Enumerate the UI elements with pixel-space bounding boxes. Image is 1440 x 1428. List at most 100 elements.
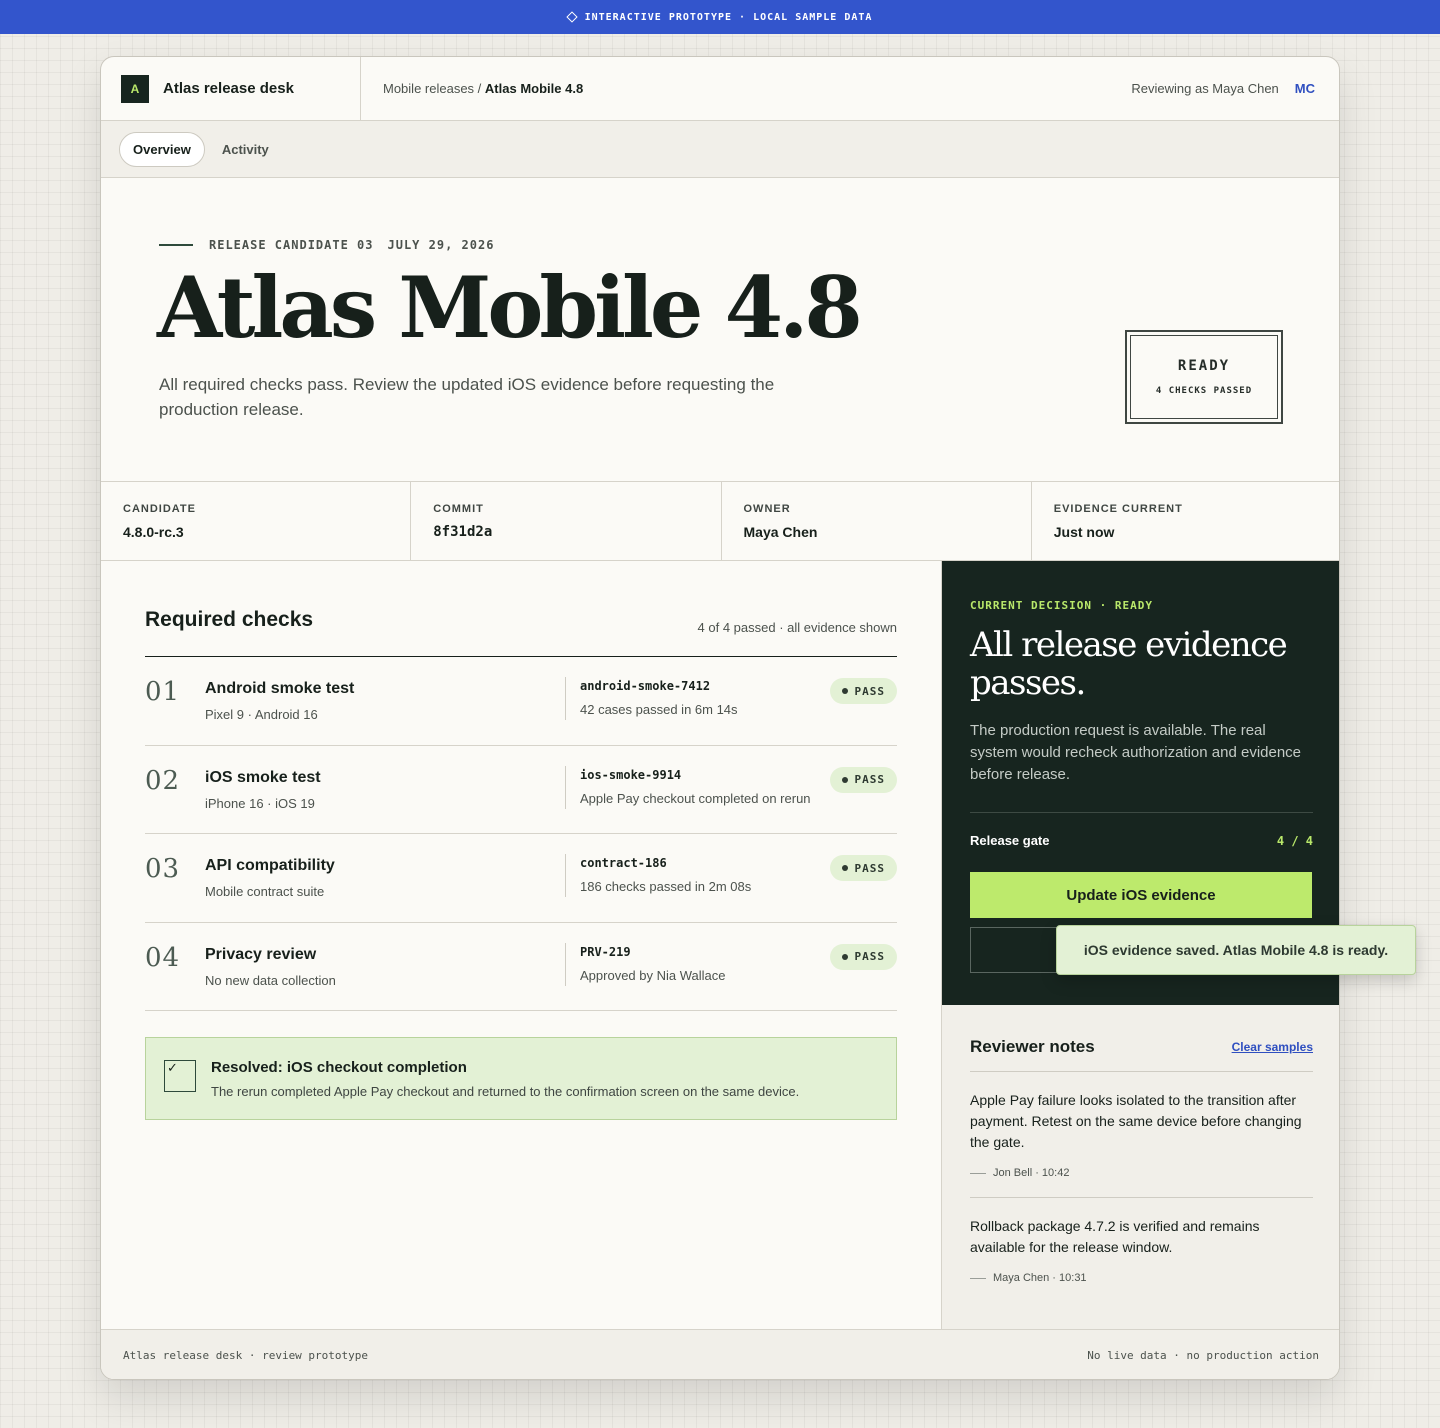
breadcrumb-parent[interactable]: Mobile releases xyxy=(383,81,474,96)
check-run-id[interactable]: contract-186 xyxy=(580,856,667,870)
avatar[interactable]: MC xyxy=(1295,81,1315,96)
status-dot-icon xyxy=(841,865,848,871)
status-dot-icon xyxy=(841,953,848,960)
eyebrow-rule xyxy=(159,244,193,246)
pass-badge: PASS xyxy=(829,943,897,970)
footer-left: Atlas release desk · review prototype xyxy=(123,1349,369,1362)
release-meta: Candidate 4.8.0-rc.3 Commit 8f31d2a Owne… xyxy=(101,482,1339,561)
gate-label: Release gate xyxy=(970,833,1050,848)
page-title: Atlas Mobile 4.8 xyxy=(157,258,863,357)
meta-label: Commit xyxy=(433,503,484,515)
meta-label: Owner xyxy=(743,503,791,515)
meta-commit: Commit 8f31d2a xyxy=(411,482,722,560)
note-item: Rollback package 4.7.2 is verified and r… xyxy=(970,1198,1313,1302)
pass-badge: PASS xyxy=(829,678,897,704)
check-row[interactable]: 04 Privacy review No new data collection… xyxy=(145,923,897,1011)
note-item: Apple Pay failure looks isolated to the … xyxy=(970,1072,1313,1198)
check-name: Privacy review xyxy=(205,945,317,963)
breadcrumb: Mobile releases / Atlas Mobile 4.8 xyxy=(361,81,1131,96)
check-row[interactable]: 01 Android smoke test Pixel 9 · Android … xyxy=(145,657,897,746)
footer: Atlas release desk · review prototype No… xyxy=(101,1329,1339,1379)
check-run-id[interactable]: android-smoke-7412 xyxy=(580,679,710,693)
status-dot-icon xyxy=(841,688,848,694)
diamond-icon xyxy=(565,11,578,23)
meta-label: Evidence current xyxy=(1053,503,1183,515)
brand[interactable]: A Atlas release desk xyxy=(101,57,361,121)
prototype-banner: Interactive prototype · local sample dat… xyxy=(0,0,1440,34)
meta-owner: Owner Maya Chen xyxy=(722,482,1032,560)
meta-candidate: Candidate 4.8.0-rc.3 xyxy=(101,482,412,560)
gate-value: 4 / 4 xyxy=(1276,833,1313,848)
reviewer-notes: Reviewer notes Clear samples Apple Pay f… xyxy=(942,1005,1339,1329)
tab-bar: Overview Activity xyxy=(101,121,1339,178)
required-checks: Required checks 4 of 4 passed · all evid… xyxy=(145,561,897,1011)
check-number: 03 xyxy=(145,854,181,884)
resolved-title: Resolved: iOS checkout completion xyxy=(211,1059,467,1076)
update-ios-evidence-button[interactable]: Update iOS evidence xyxy=(970,872,1312,918)
meta-label: Candidate xyxy=(123,503,196,515)
footer-right: No live data · no production action xyxy=(1087,1349,1319,1362)
stamp-status: READY xyxy=(1177,358,1231,374)
logo: A xyxy=(121,74,149,103)
note-author: Jon Bell · 10:42 xyxy=(993,1167,1070,1179)
check-run-id[interactable]: ios-smoke-9914 xyxy=(580,768,681,782)
note-meta: Maya Chen · 10:31 xyxy=(970,1272,1313,1284)
check-row[interactable]: 03 API compatibility Mobile contract sui… xyxy=(145,834,897,923)
app-window: A Atlas release desk Mobile releases / A… xyxy=(100,56,1340,1380)
clear-samples-link[interactable]: Clear samples xyxy=(1232,1040,1313,1054)
tab-overview[interactable]: Overview xyxy=(119,131,205,167)
decision-text: The production request is available. The… xyxy=(970,722,1302,783)
release-eyebrow: RELEASE CANDIDATE 03 JULY 29, 2026 xyxy=(159,238,494,252)
decision-eyebrow: CURRENT DECISION · READY xyxy=(970,599,1153,612)
meta-value: 8f31d2a xyxy=(433,524,493,540)
divider xyxy=(565,765,566,809)
check-result: Apple Pay checkout completed on rerun xyxy=(580,790,811,806)
pass-badge: PASS xyxy=(829,766,897,793)
check-result: Approved by Nia Wallace xyxy=(580,967,726,983)
checkmark-icon: ✓ xyxy=(164,1060,196,1092)
stamp-detail: 4 CHECKS PASSED xyxy=(1155,386,1253,396)
banner-text: Interactive prototype · local sample dat… xyxy=(584,11,873,23)
checks-title: Required checks xyxy=(145,608,314,631)
release-gate: Release gate 4 / 4 xyxy=(970,833,1313,848)
check-device: No new data collection xyxy=(205,972,336,988)
candidate-label: RELEASE CANDIDATE 03 xyxy=(209,238,374,252)
divider xyxy=(970,812,1313,813)
success-toast: iOS evidence saved. Atlas Mobile 4.8 is … xyxy=(1056,925,1416,975)
app-name: Atlas release desk xyxy=(163,80,294,97)
note-text: Rollback package 4.7.2 is verified and r… xyxy=(970,1218,1260,1255)
check-result: 186 checks passed in 2m 08s xyxy=(580,879,752,894)
pass-badge: PASS xyxy=(829,855,897,881)
notes-header: Reviewer notes Clear samples xyxy=(970,1037,1313,1072)
check-device: Pixel 9 · Android 16 xyxy=(205,707,318,722)
ready-stamp: READY 4 CHECKS PASSED xyxy=(1125,330,1283,424)
check-name: iOS smoke test xyxy=(205,768,321,786)
divider xyxy=(565,677,566,720)
release-date: JULY 29, 2026 xyxy=(387,238,495,252)
breadcrumb-separator: / xyxy=(477,81,482,96)
checks-summary: 4 of 4 passed · all evidence shown xyxy=(697,620,897,635)
check-number: 01 xyxy=(145,677,181,707)
checks-header: Required checks 4 of 4 passed · all evid… xyxy=(145,561,897,657)
divider xyxy=(565,942,566,986)
status-dot-icon xyxy=(841,776,848,783)
check-device: iPhone 16 · iOS 19 xyxy=(205,795,315,811)
resolved-notice: ✓ Resolved: iOS checkout completion The … xyxy=(145,1037,897,1120)
check-number: 02 xyxy=(145,765,181,796)
decision-title: All release evidence passes. xyxy=(970,625,1288,703)
note-author: Maya Chen · 10:31 xyxy=(993,1272,1087,1284)
meta-evidence: Evidence current Just now xyxy=(1032,482,1339,560)
divider xyxy=(565,854,566,897)
meta-value: 4.8.0-rc.3 xyxy=(123,524,184,540)
check-row[interactable]: 02 iOS smoke test iPhone 16 · iOS 19 ios… xyxy=(145,746,897,834)
resolved-text: The rerun completed Apple Pay checkout a… xyxy=(211,1084,800,1099)
meta-value: Just now xyxy=(1053,524,1115,540)
check-name: Android smoke test xyxy=(205,680,355,697)
notes-title: Reviewer notes xyxy=(970,1037,1095,1056)
note-meta: Jon Bell · 10:42 xyxy=(970,1167,1313,1179)
release-hero: RELEASE CANDIDATE 03 JULY 29, 2026 Atlas… xyxy=(101,178,1339,482)
check-run-id[interactable]: PRV-219 xyxy=(580,945,631,959)
meta-value: Maya Chen xyxy=(743,524,818,540)
app-header: A Atlas release desk Mobile releases / A… xyxy=(101,57,1339,121)
tab-activity[interactable]: Activity xyxy=(209,133,282,166)
